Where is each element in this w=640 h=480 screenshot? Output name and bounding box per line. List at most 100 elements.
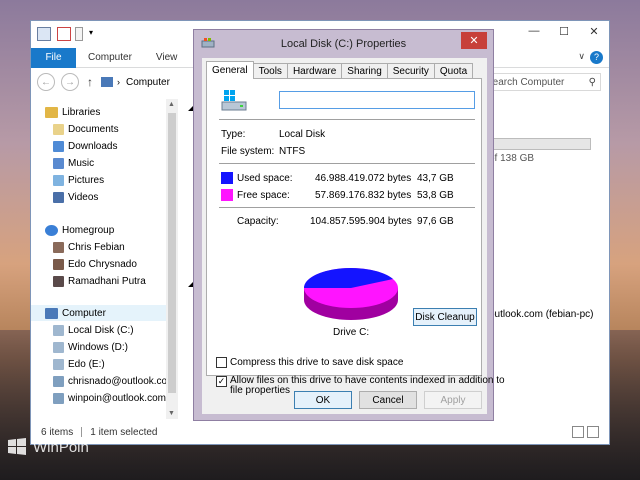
properties-icon[interactable] <box>57 27 71 41</box>
tab-sharing[interactable]: Sharing <box>341 63 388 79</box>
nav-user-ramadhani[interactable]: Ramadhani Putra <box>53 273 146 289</box>
breadcrumb-chevron-icon[interactable]: › <box>117 77 120 87</box>
nav-documents[interactable]: Documents <box>53 121 119 137</box>
drive-label: Drive C: <box>333 327 370 338</box>
nav-label: Edo (E:) <box>68 358 105 370</box>
scroll-up-icon[interactable]: ▲ <box>168 101 175 108</box>
nav-libraries[interactable]: Libraries <box>45 104 100 120</box>
search-input[interactable]: Search Computer ⚲ <box>481 73 601 91</box>
close-icon[interactable]: ✕ <box>461 32 487 49</box>
nav-videos[interactable]: Videos <box>53 189 98 205</box>
nav-pictures[interactable]: Pictures <box>53 172 104 188</box>
divider <box>219 119 475 120</box>
view-switcher <box>572 426 599 438</box>
free-space-swatch <box>221 189 233 201</box>
general-tab-page: Type: Local Disk File system: NTFS Used … <box>206 78 482 376</box>
address-path[interactable]: Computer <box>126 73 196 91</box>
search-icon[interactable]: ⚲ <box>589 77 596 88</box>
apply-button[interactable]: Apply <box>424 391 482 409</box>
nav-network-winpoin[interactable]: winpoin@outlook.com <box>53 390 166 406</box>
nav-label: winpoin@outlook.com <box>68 392 166 404</box>
free-space-label: Free space: <box>237 190 290 201</box>
nav-network-chrisnado[interactable]: chrisnado@outlook.co <box>53 373 167 389</box>
file-tab[interactable]: File <box>31 47 76 68</box>
forward-icon[interactable]: → <box>61 73 79 91</box>
nav-downloads[interactable]: Downloads <box>53 138 117 154</box>
nav-label: Videos <box>68 191 99 203</box>
disk-cleanup-button[interactable]: Disk Cleanup <box>413 308 477 326</box>
user-avatar-icon <box>53 241 64 253</box>
ok-button[interactable]: OK <box>294 391 352 409</box>
index-checkbox[interactable]: ✓ <box>216 376 227 387</box>
watermark-text: WinPoin <box>33 438 89 456</box>
compress-label: Compress this drive to save disk space <box>230 357 404 368</box>
close-icon[interactable]: ✕ <box>579 21 609 41</box>
libraries-icon <box>45 106 58 118</box>
used-space-gb: 43,7 GB <box>417 173 454 184</box>
details-view-icon[interactable] <box>572 426 584 438</box>
network-location-label[interactable]: outlook.com (febian-pc) <box>489 309 594 320</box>
nav-label: Edo Chrysnado <box>68 258 137 270</box>
search-placeholder: Search Computer <box>486 76 565 88</box>
homegroup-icon <box>45 224 58 236</box>
nav-music[interactable]: Music <box>53 155 94 171</box>
tab-computer[interactable]: Computer <box>76 52 144 63</box>
watermark: WinPoin <box>6 436 89 458</box>
tab-quota[interactable]: Quota <box>433 63 474 79</box>
used-space-label: Used space: <box>237 173 293 184</box>
type-value: Local Disk <box>279 129 326 140</box>
selection-count: 1 item selected <box>90 426 158 438</box>
downloads-icon <box>53 140 64 152</box>
nav-label: Computer <box>62 307 106 319</box>
ribbon-expand-icon[interactable]: ∨ <box>578 51 585 62</box>
pictures-icon <box>53 174 64 186</box>
windows-logo-icon <box>8 438 26 455</box>
tab-strip: General Tools Hardware Sharing Security … <box>206 61 474 79</box>
nav-label: Local Disk (C:) <box>68 324 134 336</box>
compress-checkbox[interactable] <box>216 357 227 368</box>
status-bar: 6 items 1 item selected <box>41 424 599 440</box>
back-icon[interactable]: ← <box>37 73 55 91</box>
nav-user-edo[interactable]: Edo Chrysnado <box>53 256 137 272</box>
help-icon[interactable]: ? <box>590 51 603 64</box>
used-space-swatch <box>221 172 233 184</box>
user-avatar-icon <box>53 258 64 270</box>
free-space-gb: 53,8 GB <box>417 190 454 201</box>
drive-icon <box>53 358 64 370</box>
dialog-titlebar: Local Disk (C:) Properties ✕ <box>194 30 493 58</box>
tab-general[interactable]: General <box>206 61 254 79</box>
tab-view[interactable]: View <box>144 52 190 63</box>
nav-label: Ramadhani Putra <box>68 275 146 287</box>
drive-icon <box>221 90 247 111</box>
minimize-icon[interactable]: — <box>519 21 549 41</box>
nav-homegroup[interactable]: Homegroup <box>45 222 114 238</box>
tab-security[interactable]: Security <box>386 63 435 79</box>
network-drive-icon <box>53 375 64 387</box>
nav-drive-d[interactable]: Windows (D:) <box>53 339 128 355</box>
nav-drive-e[interactable]: Edo (E:) <box>53 356 105 372</box>
file-system-label: File system: <box>221 146 275 157</box>
quick-access-chevron-icon[interactable]: ▾ <box>89 28 93 37</box>
maximize-icon[interactable]: ☐ <box>549 21 579 41</box>
drive-name-input[interactable] <box>279 91 475 109</box>
new-folder-icon[interactable] <box>75 27 83 41</box>
up-icon[interactable]: ↑ <box>87 75 93 89</box>
drive-free-text: of 138 GB <box>489 153 535 164</box>
drive-icon <box>201 38 215 48</box>
computer-icon <box>101 77 113 87</box>
nav-drive-c[interactable]: Local Disk (C:) <box>53 322 134 338</box>
tab-tools[interactable]: Tools <box>252 63 288 79</box>
free-space-bytes: 57.869.176.832 bytes <box>315 190 412 201</box>
large-icons-view-icon[interactable] <box>587 426 599 438</box>
tab-hardware[interactable]: Hardware <box>286 63 343 79</box>
scroll-down-icon[interactable]: ▼ <box>168 410 175 417</box>
scrollbar-thumb[interactable] <box>168 113 176 393</box>
type-label: Type: <box>221 129 246 140</box>
dialog-body: General Tools Hardware Sharing Security … <box>202 58 505 414</box>
properties-dialog: Local Disk (C:) Properties ✕ General Too… <box>193 29 505 421</box>
nav-scrollbar[interactable]: ▲ ▼ <box>166 99 178 419</box>
cancel-button[interactable]: Cancel <box>359 391 417 409</box>
nav-user-chris[interactable]: Chris Febian <box>53 239 125 255</box>
nav-computer[interactable]: Computer <box>31 305 166 321</box>
documents-icon <box>53 123 64 135</box>
